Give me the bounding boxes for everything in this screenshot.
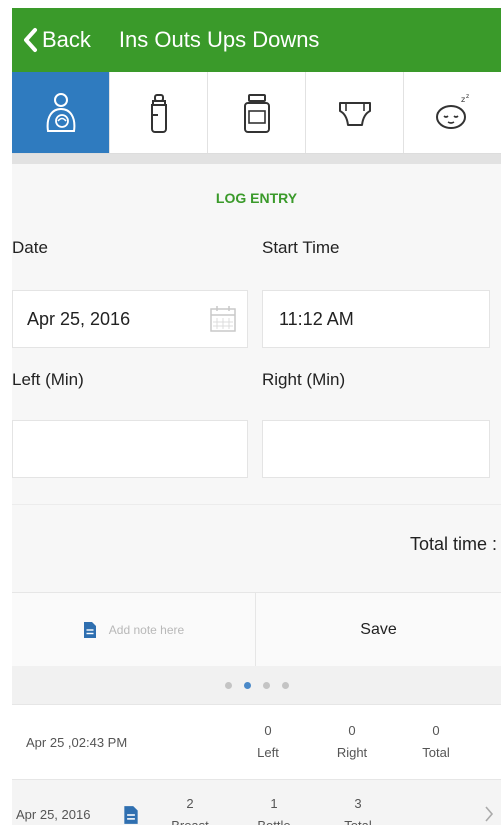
session-right-label: Right xyxy=(336,745,368,760)
tab-diaper[interactable] xyxy=(306,72,404,153)
log-entry-form: LOG ENTRY Date Start Time Apr 25, 2016 1… xyxy=(12,164,501,592)
session-left-value: 0 xyxy=(264,723,272,738)
chevron-left-icon xyxy=(24,28,37,52)
tab-jar[interactable] xyxy=(208,72,306,153)
daily-summary-row[interactable]: Apr 25, 2016 2 Breast 1 Bottle 3 Total xyxy=(12,780,501,825)
right-min-label: Right (Min) xyxy=(262,370,346,389)
svg-text:z: z xyxy=(461,95,465,104)
duration-fields xyxy=(12,420,501,478)
chevron-right-icon[interactable] xyxy=(483,804,495,824)
total-time-label: Total time : xyxy=(409,534,497,554)
app-header: Back Ins Outs Ups Downs xyxy=(12,8,501,72)
start-time-value: 11:12 AM xyxy=(279,308,354,329)
summary-total: 3 Total xyxy=(316,793,400,825)
date-time-labels: Date Start Time xyxy=(12,238,501,290)
bottle-icon xyxy=(150,93,167,133)
category-tabs: z z xyxy=(12,72,501,154)
session-total-label: Total xyxy=(422,745,450,760)
save-label: Save xyxy=(360,620,397,638)
page-dot[interactable] xyxy=(224,681,232,689)
page-title: Ins Outs Ups Downs xyxy=(118,27,320,52)
save-button[interactable]: Save xyxy=(256,593,501,666)
sleeping-baby-icon: z z xyxy=(435,93,469,129)
summary-breast: 2 Breast xyxy=(148,793,232,825)
page-dot-active[interactable] xyxy=(243,681,251,689)
calendar-icon[interactable] xyxy=(209,305,237,333)
start-time-field[interactable]: 11:12 AM xyxy=(262,290,490,348)
start-time-label: Start Time xyxy=(262,238,340,257)
svg-text:z: z xyxy=(466,93,469,100)
jar-icon xyxy=(243,93,270,133)
date-field[interactable]: Apr 25, 2016 xyxy=(12,290,248,348)
summary-bottle: 1 Bottle xyxy=(232,793,316,825)
note-icon[interactable] xyxy=(122,805,140,825)
summary-breast-value: 2 xyxy=(186,795,194,811)
tab-bottle[interactable] xyxy=(110,72,208,153)
back-button[interactable]: Back xyxy=(12,27,91,53)
session-right: 0 Right xyxy=(310,720,394,764)
session-right-value: 0 xyxy=(348,723,356,738)
session-total: 0 Total xyxy=(394,720,478,764)
session-left: 0 Left xyxy=(226,720,310,764)
summary-date: Apr 25, 2016 xyxy=(16,807,91,822)
summary-total-label: Total xyxy=(344,817,372,825)
page-dot[interactable] xyxy=(262,681,270,689)
total-time-row: Total time : xyxy=(12,504,501,584)
summary-total-value: 3 xyxy=(354,795,362,811)
session-left-label: Left xyxy=(257,745,279,760)
add-note-placeholder: Add note here xyxy=(108,622,185,637)
breastfeeding-icon xyxy=(46,92,75,132)
duration-labels: Left (Min) Right (Min) xyxy=(12,370,501,420)
page-indicator xyxy=(12,666,501,704)
date-value: Apr 25, 2016 xyxy=(27,308,131,329)
diaper-icon xyxy=(338,101,371,126)
session-entry-row[interactable]: Apr 25 ,02:43 PM 0 Left 0 Right 0 Total xyxy=(12,704,501,780)
session-total-value: 0 xyxy=(432,723,440,738)
summary-breast-label: Breast xyxy=(171,817,209,825)
summary-bottle-value: 1 xyxy=(270,795,278,811)
left-min-input[interactable] xyxy=(12,420,248,478)
note-icon xyxy=(83,621,96,638)
date-time-fields: Apr 25, 2016 11:12 AM xyxy=(12,290,501,370)
page-dot[interactable] xyxy=(281,681,289,689)
tab-sleep[interactable]: z z xyxy=(404,72,501,153)
left-min-label: Left (Min) xyxy=(12,370,84,389)
right-min-input[interactable] xyxy=(262,420,490,478)
app-screen: Back Ins Outs Ups Downs z z LOG ENTRY Da… xyxy=(12,8,501,825)
window-margin xyxy=(0,0,12,825)
tab-breastfeeding[interactable] xyxy=(12,72,110,153)
add-note-button[interactable]: Add note here xyxy=(12,593,256,666)
session-time: Apr 25 ,02:43 PM xyxy=(26,734,128,750)
date-label: Date xyxy=(12,238,48,257)
back-label: Back xyxy=(42,27,91,52)
tab-divider xyxy=(12,154,501,164)
form-heading: LOG ENTRY xyxy=(215,190,298,206)
summary-bottle-label: Bottle xyxy=(257,817,291,825)
form-actions: Add note here Save xyxy=(12,592,501,666)
